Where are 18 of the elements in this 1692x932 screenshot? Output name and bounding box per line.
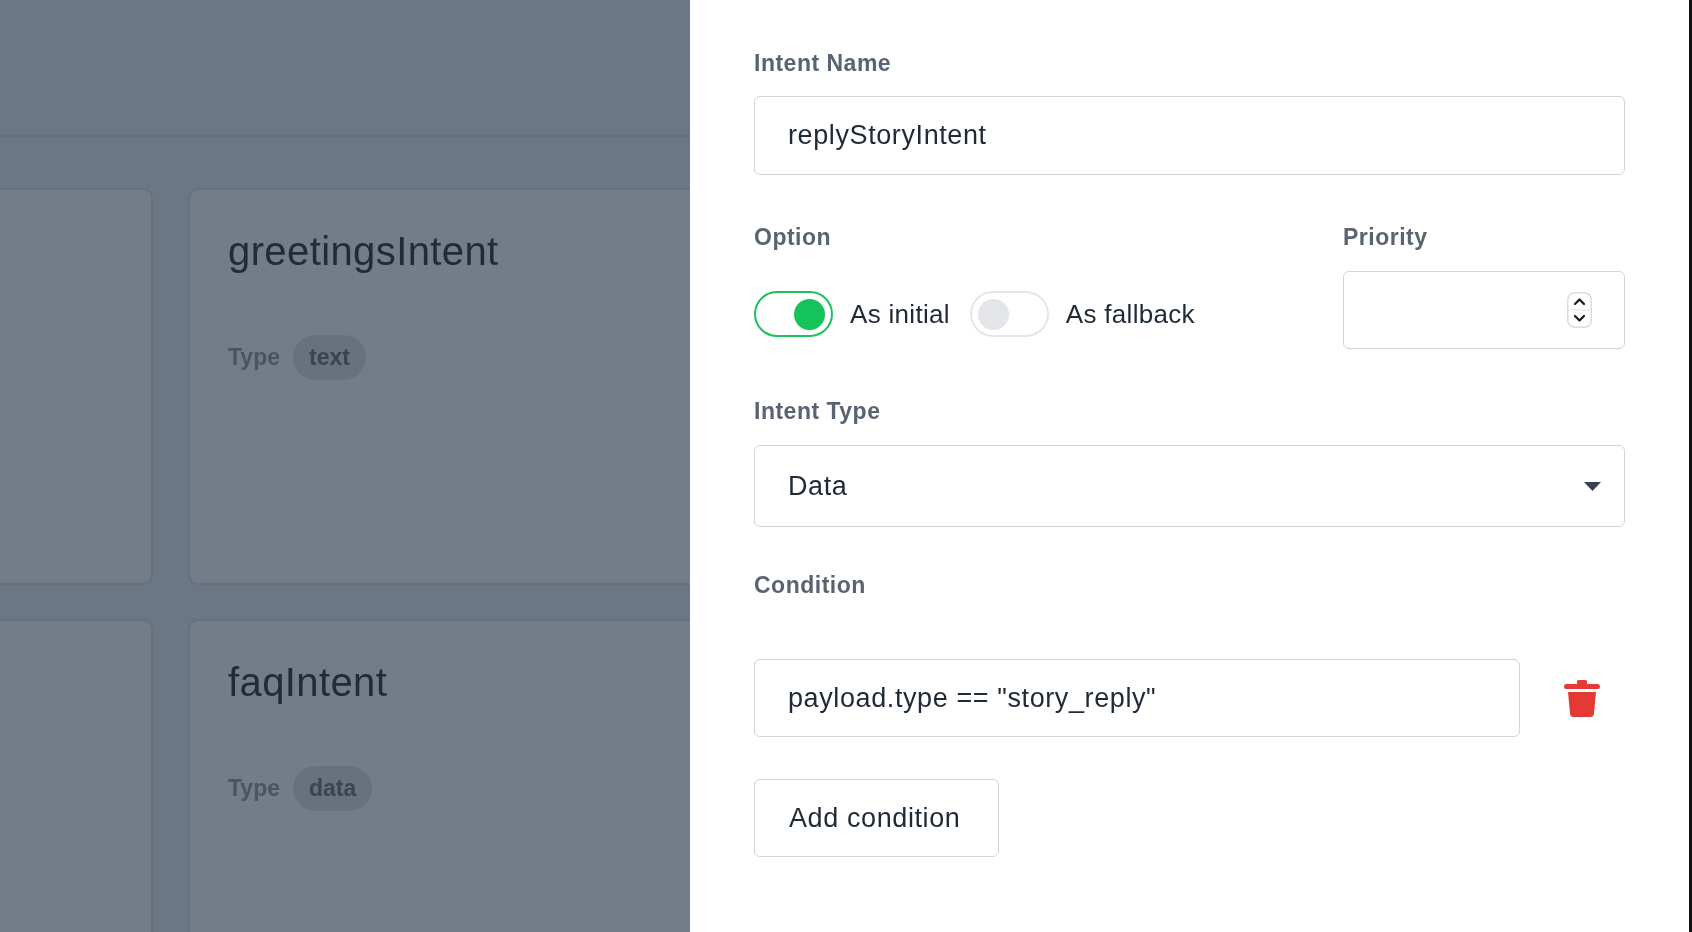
field-label: Option [754, 223, 832, 251]
intent-title: faqIntent [228, 659, 388, 706]
field-label: Priority [1343, 223, 1428, 251]
stepper-icon[interactable] [1567, 292, 1592, 328]
toggle-switch[interactable] [754, 291, 833, 337]
intent-title: greetingsIntent [228, 228, 499, 275]
field-label: Intent Type [754, 397, 881, 425]
intent-type-select[interactable]: Data [754, 445, 1625, 527]
caret-icon [1584, 481, 1601, 491]
field-label: Condition [754, 571, 866, 599]
toggle-label: As initial [850, 298, 950, 330]
trash-icon[interactable] [1564, 679, 1600, 717]
add-condition-button[interactable]: Add condition [754, 779, 1000, 857]
field-label: Intent Name [754, 49, 892, 77]
toggle-label: As fallback [1065, 298, 1195, 330]
condition-field[interactable]: payload.type == "story_reply" [754, 659, 1520, 737]
priority-field[interactable] [1343, 271, 1625, 349]
intent-name-field[interactable]: replyStoryIntent [754, 96, 1625, 175]
